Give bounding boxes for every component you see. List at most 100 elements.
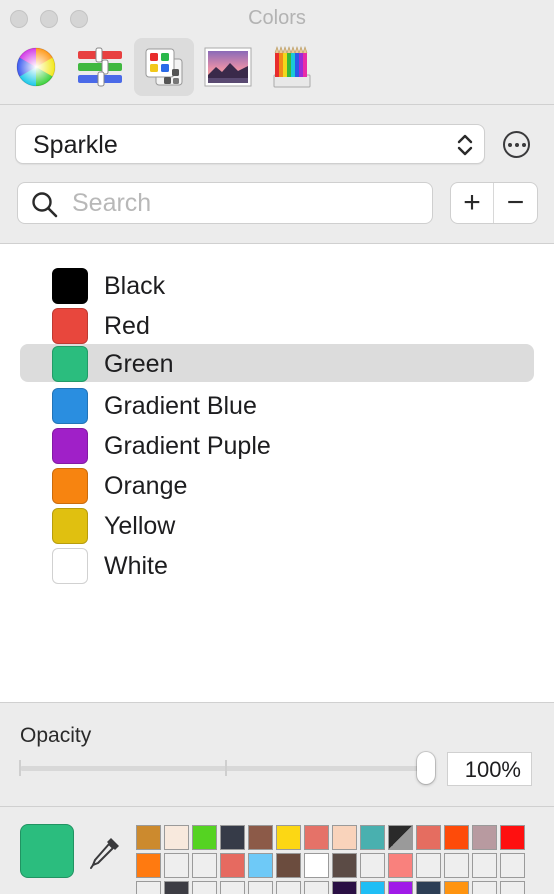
current-color-well[interactable] <box>20 824 74 878</box>
swatch-cell[interactable] <box>192 825 217 850</box>
swatch-cell[interactable] <box>360 853 385 878</box>
search-field[interactable] <box>17 182 433 224</box>
swatch-cell[interactable] <box>192 881 217 894</box>
color-name: Gradient Blue <box>104 392 257 420</box>
swatch-cell[interactable] <box>276 853 301 878</box>
swatch-cell[interactable] <box>220 853 245 878</box>
tab-color-sliders[interactable] <box>70 38 130 96</box>
bottom-divider <box>0 806 554 807</box>
title-bar: Colors <box>0 0 554 38</box>
tab-pencils[interactable] <box>262 38 322 96</box>
swatch-cell[interactable] <box>164 825 189 850</box>
list-item[interactable]: Gradient Puple <box>20 426 534 464</box>
swatch-cell[interactable] <box>332 825 357 850</box>
opacity-divider <box>0 702 554 703</box>
search-icon <box>32 192 58 218</box>
swatch-cell[interactable] <box>500 853 525 878</box>
swatch-cell[interactable] <box>360 825 385 850</box>
swatch-cell[interactable] <box>304 825 329 850</box>
color-swatch <box>52 308 88 344</box>
swatch-cell[interactable] <box>220 881 245 894</box>
swatch-cell[interactable] <box>164 853 189 878</box>
swatch-cell[interactable] <box>444 881 469 894</box>
list-item[interactable]: White <box>20 546 534 584</box>
swatch-cell[interactable] <box>136 853 161 878</box>
swatch-cell[interactable] <box>416 853 441 878</box>
swatch-cell[interactable] <box>248 825 273 850</box>
swatch-cell[interactable] <box>444 853 469 878</box>
list-item-selected[interactable]: Green <box>20 344 534 382</box>
swatch-cell[interactable] <box>360 881 385 894</box>
swatch-cell[interactable] <box>164 881 189 894</box>
window-title: Colors <box>248 7 306 29</box>
slider-tick <box>225 760 227 776</box>
palettes-icon <box>145 48 183 86</box>
list-item[interactable]: Orange <box>20 466 534 504</box>
swatch-cell[interactable] <box>276 825 301 850</box>
list-item[interactable]: Gradient Blue <box>20 386 534 424</box>
color-name: Gradient Puple <box>104 432 271 460</box>
color-swatch <box>52 468 88 504</box>
swatch-cell[interactable] <box>248 853 273 878</box>
add-color-button[interactable]: + <box>451 183 495 223</box>
palette-select-value: Sparkle <box>33 131 118 159</box>
eyedropper-icon[interactable] <box>89 834 123 870</box>
swatch-cell[interactable] <box>248 881 273 894</box>
swatch-cell[interactable] <box>276 881 301 894</box>
list-item[interactable]: Yellow <box>20 506 534 544</box>
list-item[interactable]: Red <box>20 306 534 344</box>
tab-image-palettes[interactable] <box>198 38 258 96</box>
color-wheel-icon <box>16 47 56 87</box>
color-swatch <box>52 346 88 382</box>
color-name: Orange <box>104 472 188 500</box>
swatch-cell[interactable] <box>192 853 217 878</box>
color-swatch <box>52 428 88 464</box>
up-down-chevron-icon <box>457 134 473 156</box>
swatch-cell[interactable] <box>136 881 161 894</box>
swatch-cell[interactable] <box>444 825 469 850</box>
swatch-cell[interactable] <box>136 825 161 850</box>
more-options-button[interactable] <box>503 131 530 158</box>
swatch-cell[interactable] <box>388 853 413 878</box>
swatch-cell[interactable] <box>472 825 497 850</box>
tab-color-palettes[interactable] <box>134 38 194 96</box>
color-swatch <box>52 548 88 584</box>
tab-color-wheel[interactable] <box>6 38 66 96</box>
swatch-cell[interactable] <box>500 881 525 894</box>
swatch-cell[interactable] <box>332 881 357 894</box>
image-icon <box>204 47 252 87</box>
swatch-cell[interactable] <box>500 825 525 850</box>
swatch-cell[interactable] <box>388 881 413 894</box>
color-list: Black Red Green Gradient Blue Gradient P… <box>0 244 554 702</box>
opacity-slider-thumb[interactable] <box>417 752 435 784</box>
toolbar-divider <box>0 104 554 105</box>
slider-tick <box>19 760 21 776</box>
pencils-icon <box>273 46 311 88</box>
colors-window: Colors Sparkle Search + − Black Red Gree… <box>0 0 554 894</box>
color-swatch <box>52 508 88 544</box>
toolbar <box>0 38 554 100</box>
palette-select[interactable]: Sparkle <box>15 124 485 164</box>
add-remove-control: + − <box>450 182 538 224</box>
color-swatch <box>52 268 88 304</box>
swatch-cell[interactable] <box>220 825 245 850</box>
swatch-cell[interactable] <box>388 825 413 850</box>
swatch-cell[interactable] <box>472 853 497 878</box>
list-item[interactable]: Black <box>20 266 534 304</box>
swatch-cell[interactable] <box>416 825 441 850</box>
ellipsis-icon <box>507 142 512 147</box>
color-name: Red <box>104 312 150 340</box>
color-name: Yellow <box>104 512 176 540</box>
swatch-cell[interactable] <box>472 881 497 894</box>
color-name: White <box>104 552 168 580</box>
opacity-value-field[interactable]: 100% <box>447 752 532 786</box>
swatch-cell[interactable] <box>304 853 329 878</box>
color-name: Black <box>104 272 166 300</box>
remove-color-button[interactable]: − <box>494 183 537 223</box>
swatch-cell[interactable] <box>304 881 329 894</box>
color-name: Green <box>104 350 174 378</box>
search-input[interactable] <box>72 187 422 219</box>
swatch-cell[interactable] <box>332 853 357 878</box>
swatch-cell[interactable] <box>416 881 441 894</box>
sliders-icon <box>78 47 122 87</box>
